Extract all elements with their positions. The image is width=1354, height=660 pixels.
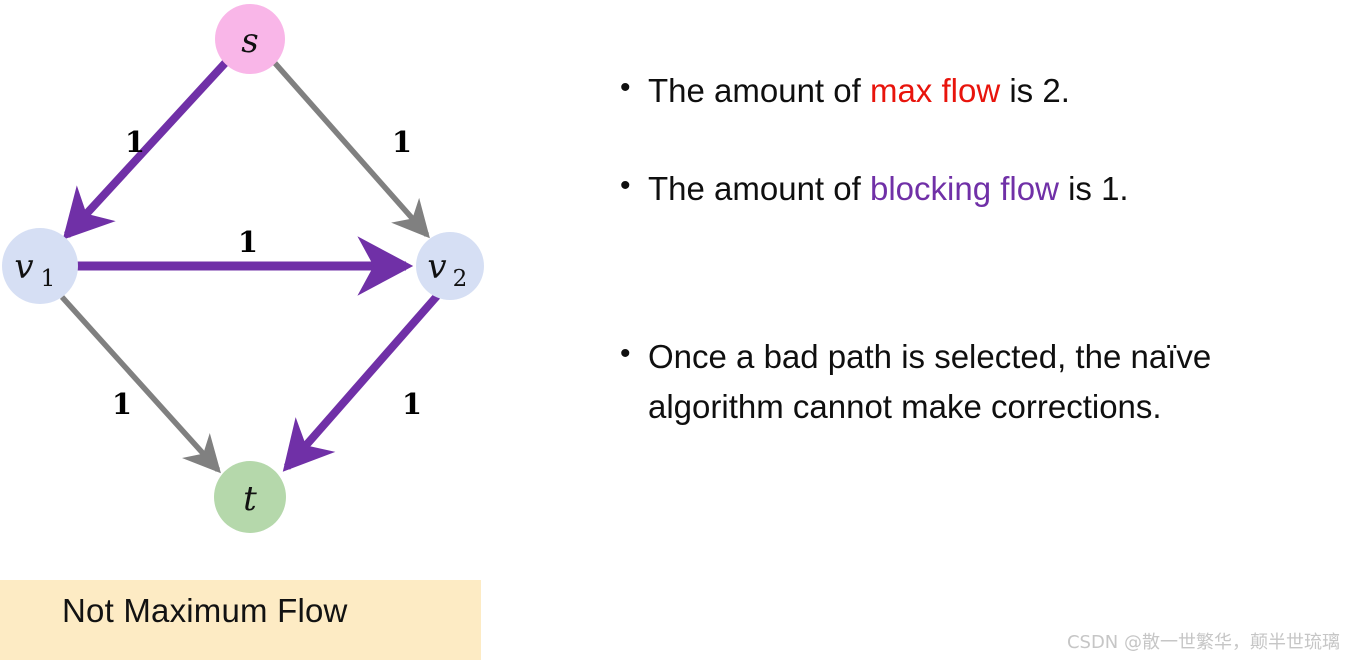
- edge-line-s-v1: [62, 58, 230, 240]
- edge-s-v1: 1: [62, 58, 230, 240]
- node-t[interactable]: t: [214, 461, 286, 533]
- edge-weight-v1-v2: 1: [238, 225, 258, 259]
- node-label-v1: v: [14, 247, 33, 287]
- bullet-text-naive-algorithm: Once a bad path is selected, the naïve a…: [648, 338, 1212, 425]
- bullet-item-max-flow: • The amount of max flow is 2.: [620, 66, 1070, 116]
- edge-weight-v1-t: 1: [112, 387, 132, 421]
- edge-line-v1-t: [59, 295, 221, 474]
- node-label-s: s: [241, 21, 258, 61]
- edge-weight-v2-t: 1: [402, 387, 422, 421]
- flow-network-diagram: 1 1 1 1 1 s v 1 v 2 t: [0, 0, 520, 580]
- node-label-v2: v: [427, 247, 446, 287]
- bullet-panel: • The amount of max flow is 2. • The amo…: [620, 66, 1350, 466]
- bullet-highlight-blocking-flow: blocking flow: [869, 170, 1059, 207]
- flow-network-svg: 1 1 1 1 1 s v 1 v 2 t: [2, 4, 484, 533]
- edge-v1-v2: 1: [76, 225, 414, 296]
- edge-v1-t: 1: [59, 295, 221, 474]
- bullet-item-blocking-flow: • The amount of blocking flow is 1.: [620, 164, 1129, 214]
- edge-weight-s-v1: 1: [125, 125, 145, 159]
- caption-text: Not Maximum Flow: [62, 592, 348, 629]
- bullet-text-pre: The amount of: [648, 170, 870, 207]
- bullet-highlight-max-flow: max flow: [869, 72, 1001, 109]
- bullet-text-post: is 2.: [1000, 72, 1070, 109]
- bullet-marker-icon: •: [620, 71, 631, 104]
- bullet-text-pre: The amount of: [648, 72, 870, 109]
- edge-line-v2-t: [282, 293, 441, 472]
- bullet-text-blocking-flow: The amount of blocking flow is 1.: [648, 164, 1129, 214]
- bullet-text-max-flow: The amount of max flow is 2.: [648, 66, 1070, 116]
- bullet-marker-icon: •: [620, 169, 631, 202]
- bullet-text-post: is 1.: [1058, 170, 1129, 207]
- bullet-marker-icon: •: [620, 337, 631, 370]
- caption-banner: Not Maximum Flow: [0, 580, 481, 660]
- csdn-watermark: CSDN @散一世繁华，颠半世琉璃: [1066, 632, 1340, 653]
- edge-v2-t: 1: [282, 293, 441, 472]
- node-subscript-v2: 2: [453, 266, 468, 292]
- node-s[interactable]: s: [215, 4, 285, 74]
- node-v1[interactable]: v 1: [2, 228, 78, 304]
- node-v2[interactable]: v 2: [416, 232, 484, 300]
- node-label-t: t: [243, 479, 257, 519]
- node-circle-v2[interactable]: [416, 232, 484, 300]
- bullet-item-naive-algorithm: • Once a bad path is selected, the naïve…: [620, 332, 1348, 432]
- node-subscript-v1: 1: [41, 266, 56, 292]
- edge-s-v2: 1: [271, 60, 430, 239]
- edge-weight-s-v2: 1: [392, 125, 412, 159]
